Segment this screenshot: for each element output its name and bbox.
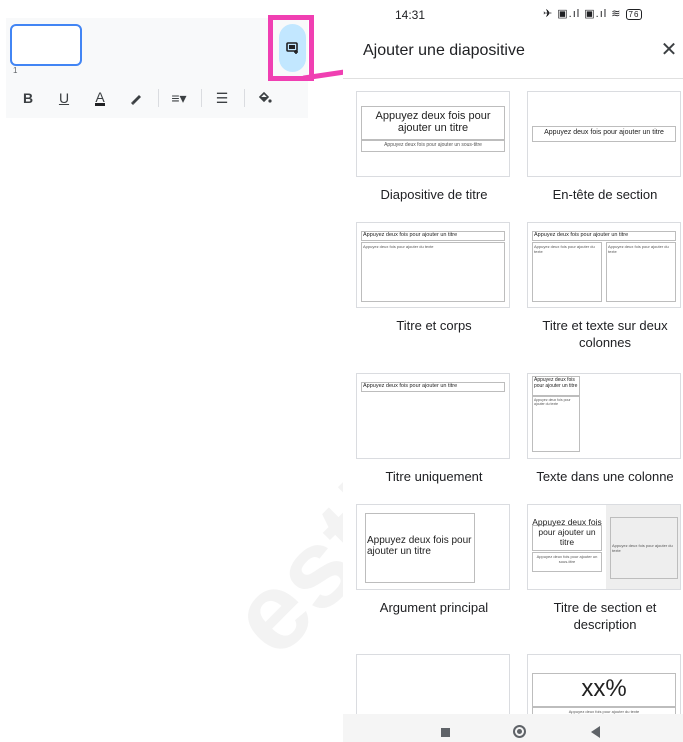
format-toolbar: B U A ≡▾ ☰ [14,88,287,108]
layout-two-columns[interactable]: Appuyez deux fois pour ajouter un titre … [527,222,683,351]
layout-thumbnail: Appuyez deux fois pour ajouter un titre … [356,222,510,308]
layout-label: Argument principal [379,600,489,615]
recent-apps-button[interactable] [441,728,450,737]
layout-label: Texte dans une colonne [536,469,674,484]
slide-number: 1 [13,66,18,75]
fill-color-button[interactable] [251,88,279,108]
close-button[interactable]: ✕ [659,40,679,60]
layout-label: Titre et corps [396,318,472,333]
signal-wifi-icons: ✈ ▣.ıl ▣.ıl ≋ [543,8,622,20]
toolbar-divider [158,89,159,107]
placeholder-body-text: Appuyez deux fois pour ajouter du texte [534,398,571,406]
layout-thumbnail: Appuyez deux fois pour ajouter un titre [356,373,510,459]
placeholder-title-text: Appuyez deux fois pour ajouter un titre [363,383,458,389]
bold-label: B [22,90,34,106]
sheet-divider [343,78,683,79]
slide-thumbnail[interactable] [10,24,82,66]
android-nav-bar [343,714,683,742]
layout-label: Diapositive de titre [380,187,488,202]
placeholder-body-text: Appuyez deux fois pour ajouter du texte [363,244,434,249]
layout-thumbnail: Appuyez deux fois pour ajouter du texte … [527,504,681,590]
layout-title-only[interactable]: Appuyez deux fois pour ajouter un titre … [356,373,512,485]
placeholder-title-text: Appuyez deux fois pour ajouter un titre [544,129,664,136]
placeholder-subtitle-text: Appuyez deux fois pour ajouter un sous-t… [536,554,598,564]
layout-title-slide[interactable]: Appuyez deux fois pour ajouter un titre … [356,91,512,203]
add-slide-sheet: 14:31 ✈ ▣.ıl ▣.ıl ≋ 76 Ajouter une diapos… [343,0,683,742]
layout-thumbnail: Appuyez deux fois pour ajouter un titre [527,91,681,177]
layout-thumbnail: Appuyez deux fois pour ajouter un titre … [356,91,510,177]
placeholder-body-text: Appuyez deux fois pour ajouter du texte [534,244,595,254]
status-icons: ✈ ▣.ıl ▣.ıl ≋ 76 [543,7,643,20]
layout-label: Titre de section et description [553,600,657,632]
battery-icon: 76 [625,9,643,20]
align-icon: ≡▾ [171,89,187,106]
layout-main-point[interactable]: Appuyez deux fois pour ajouter un titre … [356,504,512,616]
placeholder-title-text: Appuyez deux fois pour ajouter un titre [363,232,458,238]
placeholder-body-text: Appuyez deux fois pour ajouter du texte [608,244,669,254]
sheet-title: Ajouter une diapositive [363,42,525,59]
list-icon: ☰ [215,89,229,106]
align-button[interactable]: ≡▾ [165,88,193,108]
layout-thumbnail: Appuyez deux fois pour ajouter un titre … [527,373,681,459]
status-time: 14:31 [395,8,426,22]
placeholder-title-text: Appuyez deux fois pour ajouter un titre [534,232,629,238]
placeholder-body [361,242,505,302]
placeholder-title-text: Appuyez deux fois pour ajouter un titre [375,110,491,134]
layout-title-body[interactable]: Appuyez deux fois pour ajouter un titre … [356,222,512,334]
placeholder-subtitle-text: Appuyez deux fois pour ajouter un sous-t… [384,142,482,148]
text-color-button[interactable]: A [86,88,114,108]
list-button[interactable]: ☰ [208,88,236,108]
layout-section-title-description[interactable]: Appuyez deux fois pour ajouter du texte … [527,504,683,633]
underline-button[interactable]: U [50,88,78,108]
layout-label: En-tête de section [552,187,658,202]
layout-label: Titre uniquement [385,469,483,484]
bold-button[interactable]: B [14,88,42,108]
layout-one-column[interactable]: Appuyez deux fois pour ajouter un titre … [527,373,683,485]
placeholder-title-text: Appuyez deux fois pour ajouter un titre [367,535,472,557]
text-color-icon: A [95,88,105,106]
home-button[interactable] [513,725,526,738]
layout-section-header[interactable]: Appuyez deux fois pour ajouter un titre … [527,91,683,203]
layout-label: Titre et texte sur deux colonnes [542,318,668,350]
placeholder-title-text: Appuyez deux fois pour ajouter un titre [534,377,578,389]
toolbar-divider [201,89,202,107]
highlight-pen-button[interactable] [122,88,150,108]
toolbar-divider [244,89,245,107]
back-button[interactable] [591,726,600,738]
layout-thumbnail: Appuyez deux fois pour ajouter un titre … [527,222,681,308]
status-bar: 14:31 ✈ ▣.ıl ▣.ıl ≋ 76 [343,0,683,28]
layout-thumbnail: Appuyez deux fois pour ajouter un titre [356,504,510,590]
placeholder-big-number-text: xx% [581,675,627,702]
underline-label: U [58,90,70,106]
placeholder-description-text: Appuyez deux fois pour ajouter du texte [612,543,673,553]
pen-icon [131,95,141,105]
editor-pane: 1 B U A ≡▾ ☰ esti [0,0,427,742]
placeholder-title-text: Appuyez deux fois pour ajouter un titre [532,517,602,547]
paint-bucket-icon [258,91,272,103]
